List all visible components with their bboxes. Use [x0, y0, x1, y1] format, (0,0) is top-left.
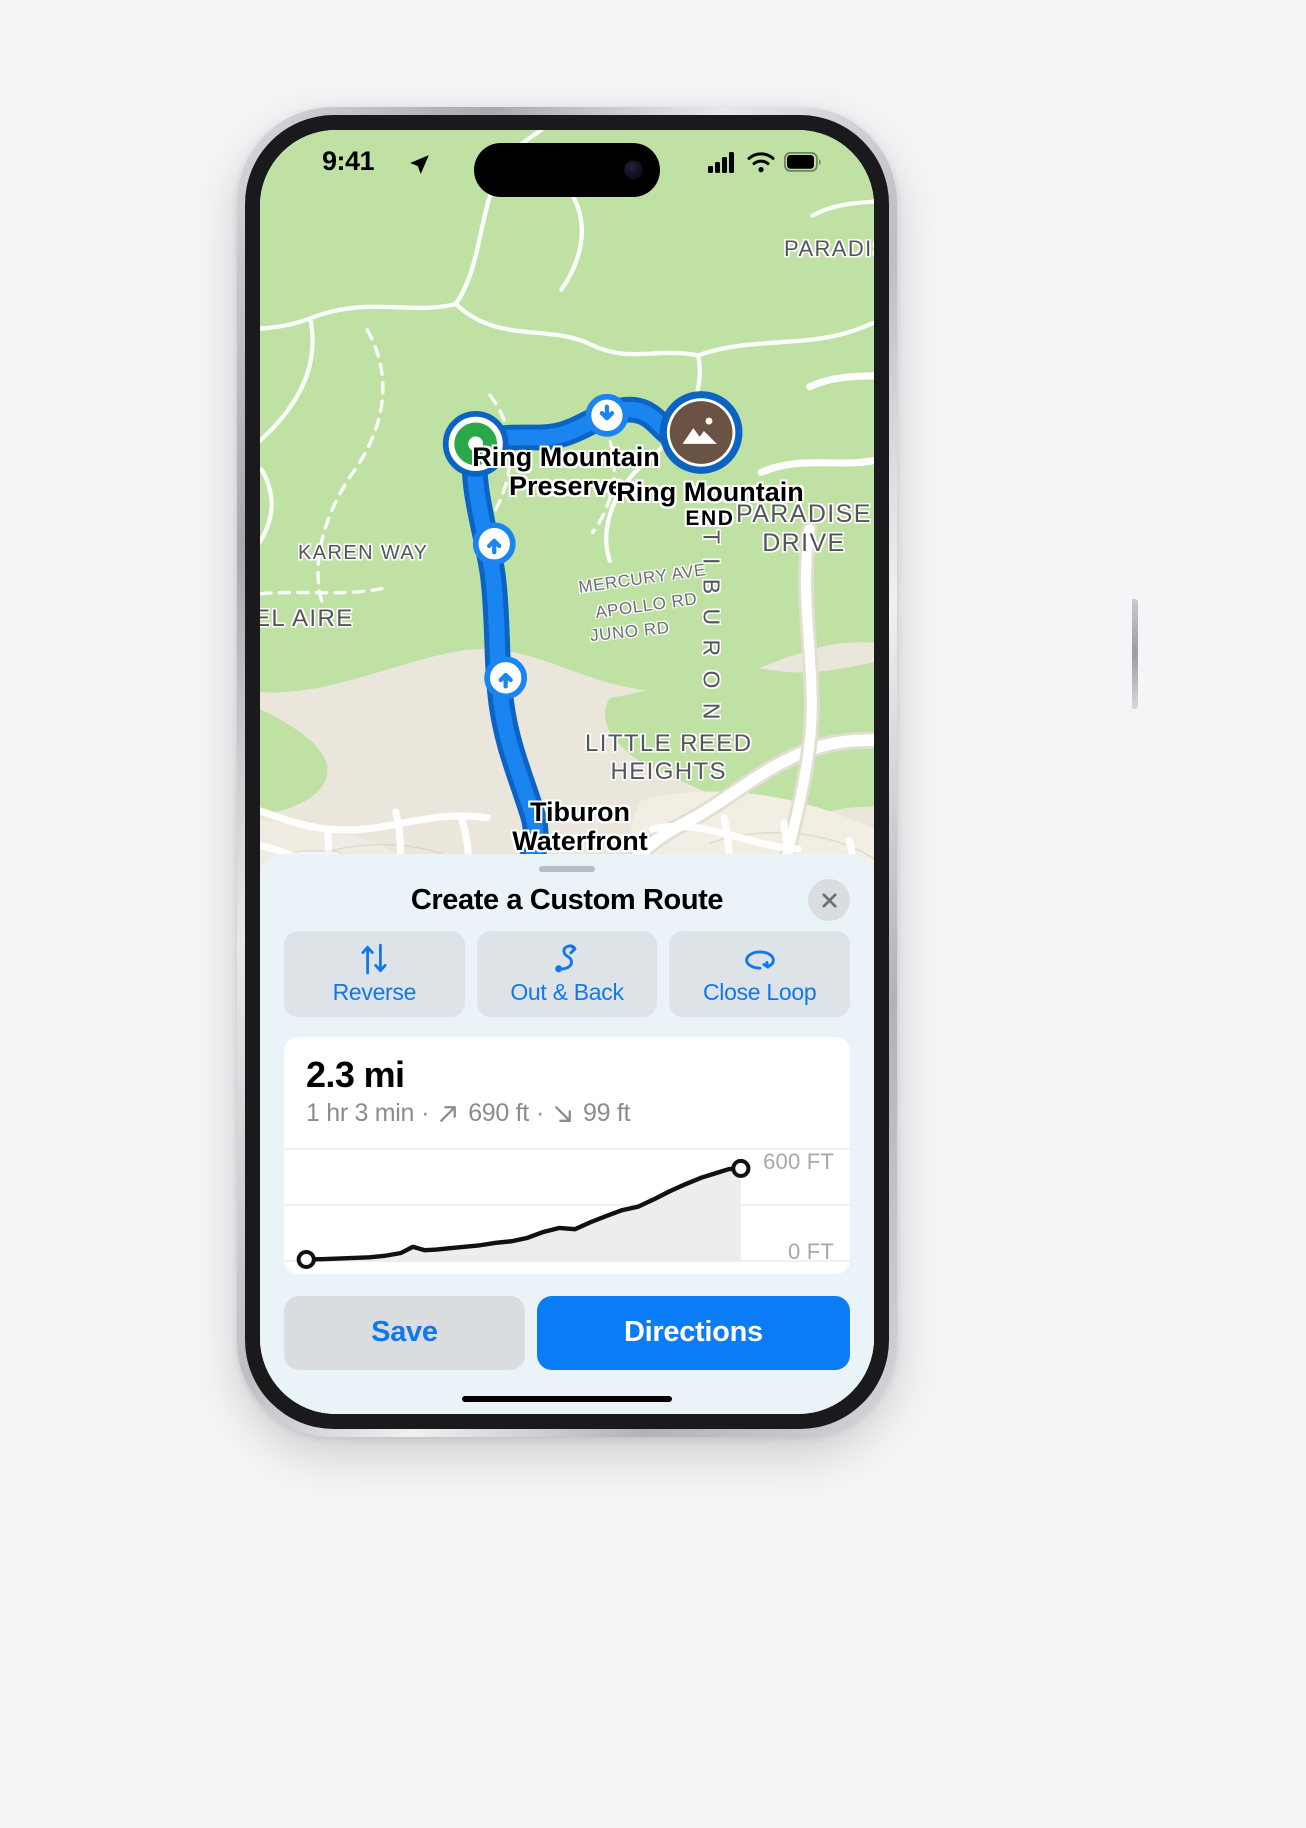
arrow-down-right-icon — [551, 1101, 576, 1126]
home-indicator[interactable] — [462, 1395, 672, 1402]
route-duration: 1 hr 3 min — [306, 1099, 415, 1128]
chart-ytick-bottom: 0 FT — [787, 1239, 834, 1265]
front-camera-icon — [624, 160, 643, 180]
route-action-buttons: Reverse Out & Back Close Loop — [260, 925, 874, 1018]
route-ascent: 690 ft — [468, 1099, 529, 1128]
elevation-chart[interactable]: 600 FT 0 FT — [284, 1143, 850, 1273]
sheet-grabber[interactable] — [539, 866, 595, 872]
out-and-back-button[interactable]: Out & Back — [476, 931, 658, 1018]
out-and-back-icon — [551, 942, 583, 976]
route-submeta: 1 hr 3 min · 690 ft · 99 ft — [306, 1096, 828, 1131]
directions-button[interactable]: Directions — [536, 1295, 850, 1370]
page-title: Create a Custom Route — [410, 883, 724, 916]
reverse-button[interactable]: Reverse — [284, 931, 465, 1018]
close-icon — [821, 893, 837, 908]
close-button[interactable] — [808, 879, 850, 922]
arrow-up-right-icon — [436, 1101, 461, 1126]
out-and-back-label: Out & Back — [510, 979, 624, 1006]
reverse-label: Reverse — [332, 979, 417, 1006]
power-button[interactable] — [1132, 599, 1138, 709]
close-loop-label: Close Loop — [703, 979, 817, 1006]
meta-separator-2: · — [535, 1099, 544, 1128]
screenshot-root: Ring Mountain Preserve Ring Mountain END… — [0, 0, 1306, 1828]
custom-route-sheet: Create a Custom Route Reverse Out & Back… — [260, 854, 874, 1414]
close-loop-icon — [743, 942, 777, 976]
route-stats-card: 2.3 mi 1 hr 3 min · 690 ft · 99 ft 600 F… — [284, 1037, 850, 1274]
phone-frame: Ring Mountain Preserve Ring Mountain END… — [237, 107, 1138, 1437]
phone-bezel: Ring Mountain Preserve Ring Mountain END… — [245, 115, 889, 1429]
end-marker — [659, 391, 743, 474]
route-descent: 99 ft — [582, 1099, 631, 1128]
sheet-header: Create a Custom Route — [260, 876, 874, 925]
route-distance: 2.3 mi — [306, 1054, 405, 1096]
sheet-footer: Save Directions — [260, 1274, 874, 1370]
chart-ytick-top: 600 FT — [763, 1149, 834, 1175]
up-down-arrows-icon — [359, 942, 389, 976]
waypoint-marker — [442, 411, 509, 477]
close-loop-button[interactable]: Close Loop — [669, 931, 851, 1018]
save-button[interactable]: Save — [284, 1295, 525, 1370]
route-direction-arrow-icon — [585, 393, 629, 437]
phone-screen: Ring Mountain Preserve Ring Mountain END… — [260, 130, 874, 1414]
dynamic-island — [474, 143, 660, 197]
meta-separator-1: · — [421, 1099, 430, 1128]
